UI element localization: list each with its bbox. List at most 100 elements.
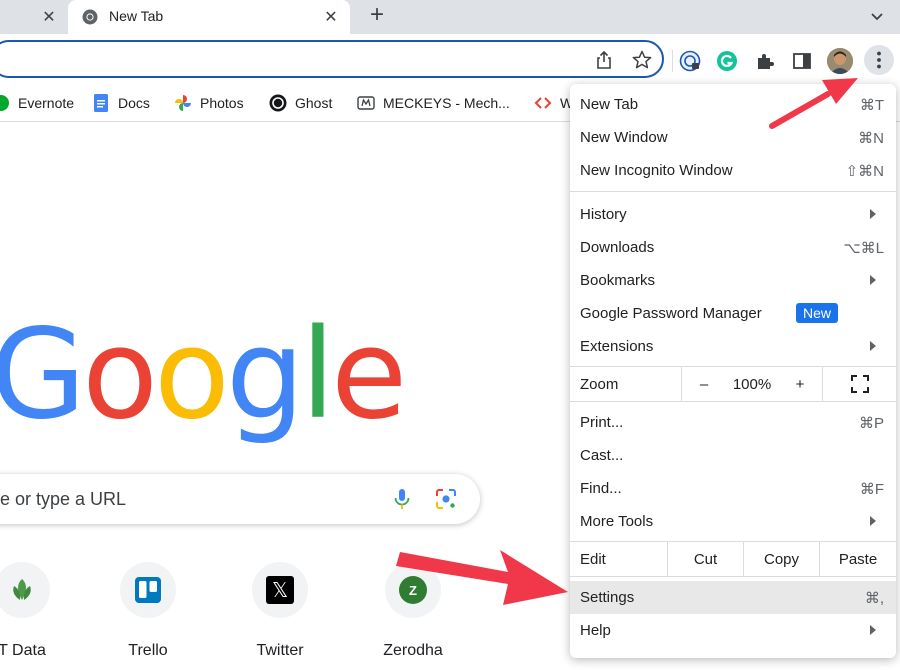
menu-item-find[interactable]: Find... ⌘F <box>570 472 896 505</box>
bookmark-label: MECKEYS - Mech... <box>383 95 510 111</box>
menu-label: New Tab <box>580 96 639 113</box>
menu-label: Print... <box>580 414 624 431</box>
leaf-icon <box>13 579 31 600</box>
avatar-photo-icon <box>827 48 853 74</box>
menu-item-help[interactable]: Help <box>570 614 896 647</box>
bookmark-meckeys[interactable]: MECKEYS - Mech... <box>357 92 510 114</box>
menu-item-settings[interactable]: Settings ⌘, <box>570 581 896 614</box>
bookmark-label: Docs <box>118 95 150 111</box>
shortcut-label: Twitter <box>256 642 304 659</box>
menu-shortcut: ⇧⌘N <box>845 163 884 180</box>
tab-strip: ✕ New Tab ✕ + <box>0 0 900 34</box>
microphone-icon[interactable] <box>390 487 414 511</box>
submenu-arrow-icon <box>870 625 876 635</box>
menu-shortcut: ⌘P <box>858 415 884 432</box>
side-panel-icon[interactable] <box>791 50 813 72</box>
docs-icon <box>94 94 108 112</box>
bookmark-label: Evernote <box>18 95 75 111</box>
fullscreen-button[interactable] <box>823 367 896 401</box>
zoom-out-button[interactable]: – <box>682 367 726 401</box>
new-tab-button[interactable]: + <box>364 3 390 29</box>
meckeys-icon <box>357 96 375 110</box>
extensions-puzzle-icon[interactable] <box>754 50 776 72</box>
search-placeholder: e or type a URL <box>0 489 127 509</box>
chrome-menu-button[interactable] <box>864 45 894 75</box>
menu-item-print[interactable]: Print... ⌘P <box>570 406 896 439</box>
google-lens-icon[interactable] <box>434 487 458 511</box>
menu-label: Cast... <box>580 447 624 464</box>
menu-item-history[interactable]: History <box>570 198 896 231</box>
shortcut-label: Zerodha <box>383 642 443 659</box>
zoom-in-button[interactable]: + <box>778 367 822 401</box>
shortcut-icon-circle: 𝕏 <box>252 562 308 618</box>
password-extension-icon[interactable] <box>679 50 701 72</box>
menu-item-downloads[interactable]: Downloads ⌥⌘L <box>570 231 896 264</box>
menu-item-bookmarks[interactable]: Bookmarks <box>570 264 896 297</box>
paste-button[interactable]: Paste <box>820 542 896 576</box>
chevron-down-icon[interactable] <box>866 6 888 28</box>
bookmark-label: Photos <box>200 95 244 111</box>
shortcut-twitter[interactable]: 𝕏 Twitter <box>224 562 336 662</box>
logo-letter: l <box>300 303 336 447</box>
menu-label: New Window <box>580 129 668 146</box>
menu-item-new-tab[interactable]: New Tab ⌘T <box>570 88 896 121</box>
google-logo: Google <box>0 300 407 450</box>
chrome-menu: New Tab ⌘T New Window ⌘N New Incognito W… <box>570 84 896 658</box>
menu-label: Help <box>580 622 611 639</box>
menu-label: History <box>580 206 627 223</box>
menu-item-new-window[interactable]: New Window ⌘N <box>570 121 896 154</box>
grammarly-icon[interactable] <box>716 50 738 72</box>
menu-item-google-password-manager[interactable]: Google Password Manager New <box>570 297 896 330</box>
bookmark-w[interactable]: W <box>534 92 573 114</box>
cut-button[interactable]: Cut <box>668 542 743 576</box>
logo-letter: o <box>82 303 158 447</box>
bookmark-star-icon[interactable] <box>632 50 652 70</box>
shortcut-icon-circle: Z <box>385 562 441 618</box>
shortcut-zerodha[interactable]: Z Zerodha <box>357 562 469 662</box>
bookmark-photos[interactable]: Photos <box>174 92 244 114</box>
tab-new-tab[interactable]: New Tab ✕ <box>68 0 350 34</box>
menu-item-extensions[interactable]: Extensions <box>570 330 896 363</box>
submenu-arrow-icon <box>870 209 876 219</box>
logo-letter: e <box>331 303 407 447</box>
previous-tab-close-icon[interactable]: ✕ <box>38 6 60 28</box>
omnibox[interactable] <box>0 40 664 78</box>
ghost-icon <box>269 94 287 112</box>
menu-item-cast[interactable]: Cast... <box>570 439 896 472</box>
menu-item-new-incognito-window[interactable]: New Incognito Window ⇧⌘N <box>570 154 896 187</box>
menu-separator <box>570 576 896 577</box>
menu-item-more-tools[interactable]: More Tools <box>570 505 896 538</box>
search-input[interactable]: e or type a URL <box>0 474 480 524</box>
shortcut-icon-circle <box>120 562 176 618</box>
menu-label: Bookmarks <box>580 272 656 289</box>
chrome-logo-icon <box>82 9 98 25</box>
edit-label: Edit <box>580 550 606 568</box>
code-icon <box>534 97 552 109</box>
more-vert-icon <box>877 51 881 69</box>
bookmark-docs[interactable]: Docs <box>92 92 150 114</box>
menu-label: Google Password Manager <box>580 305 762 322</box>
shortcut-t-data[interactable]: T Data <box>0 562 78 662</box>
shortcut-label: Trello <box>128 642 168 659</box>
toolbar-divider <box>672 50 673 72</box>
shortcut-trello[interactable]: Trello <box>92 562 204 662</box>
tab-close-icon[interactable]: ✕ <box>320 6 342 28</box>
menu-label: More Tools <box>580 513 654 530</box>
menu-label: Extensions <box>580 338 654 355</box>
copy-button[interactable]: Copy <box>744 542 819 576</box>
menu-shortcut: ⌘, <box>864 590 884 607</box>
menu-label: New Incognito Window <box>580 162 733 179</box>
share-icon[interactable] <box>594 50 614 70</box>
bookmark-evernote[interactable]: Evernote <box>0 92 74 114</box>
logo-letter: g <box>225 303 305 447</box>
zoom-row: Zoom – 100% + <box>570 367 896 401</box>
submenu-arrow-icon <box>870 516 876 526</box>
bookmark-ghost[interactable]: Ghost <box>269 92 332 114</box>
shortcut-icon-circle <box>0 562 50 618</box>
bookmark-label: Ghost <box>295 95 333 111</box>
trello-icon <box>135 577 161 603</box>
toolbar <box>0 34 900 84</box>
menu-shortcut: ⌘F <box>859 481 884 498</box>
profile-avatar[interactable] <box>827 48 853 74</box>
zoom-label: Zoom <box>580 375 619 393</box>
